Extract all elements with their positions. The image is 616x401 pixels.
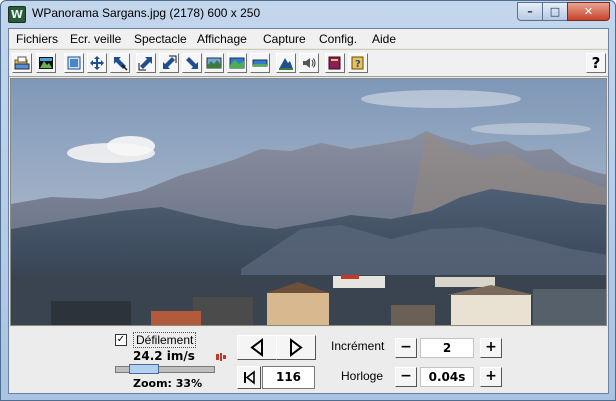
app-window: W WPanorama Sargans.jpg (2178) 600 x 250… xyxy=(0,0,616,401)
increment-plus-button[interactable]: + xyxy=(480,338,502,358)
panorama-view[interactable] xyxy=(10,78,607,326)
menu-affichage[interactable]: Affichage xyxy=(197,32,247,46)
first-frame-button[interactable] xyxy=(237,366,261,389)
panorama-image xyxy=(11,79,606,325)
speed-readout: 24.2 im/s xyxy=(133,349,195,363)
panorama-flat-icon xyxy=(252,59,268,67)
zoom-readout: Zoom: 33% xyxy=(133,377,203,390)
menu-spectacle[interactable]: Spectacle xyxy=(134,32,187,46)
skip-start-icon xyxy=(244,370,255,385)
app-icon[interactable]: W xyxy=(8,6,26,23)
clock-value: 0.04s xyxy=(420,367,474,387)
speed-indicator-icon xyxy=(216,353,226,361)
mountain-button[interactable] xyxy=(276,53,296,73)
control-panel: ✓ Défilement 24.2 im/s Zoom: 33% 116 Inc… xyxy=(9,327,608,393)
menu-capture[interactable]: Capture xyxy=(263,32,306,46)
scroll-checkbox[interactable]: ✓ xyxy=(115,334,127,346)
mountain-icon xyxy=(279,58,293,70)
menu-ecr-veille[interactable]: Ecr. veille xyxy=(70,32,121,46)
expand-se-button[interactable] xyxy=(182,53,202,73)
sound-button[interactable] xyxy=(299,53,319,73)
open-folder-icon xyxy=(14,56,30,70)
clock-plus-button[interactable]: + xyxy=(480,367,502,387)
clock-minus-button[interactable]: − xyxy=(395,367,417,387)
book-button[interactable] xyxy=(325,53,345,73)
menu-aide[interactable]: Aide xyxy=(372,32,396,46)
zoom-out-icon xyxy=(114,57,128,71)
fit-window-icon xyxy=(67,56,81,70)
panorama-color-icon xyxy=(229,57,245,69)
svg-text:?: ? xyxy=(355,59,361,70)
expand-ne-icon xyxy=(138,57,152,71)
window-title: WPanorama Sargans.jpg (2178) 600 x 250 xyxy=(32,6,261,20)
panorama-icon xyxy=(206,57,222,69)
move-icon xyxy=(90,56,104,70)
increment-minus-button[interactable]: − xyxy=(395,338,417,358)
clock-label: Horloge xyxy=(341,369,384,383)
panorama-flat-button[interactable] xyxy=(250,53,270,73)
zoom-slider-thumb[interactable] xyxy=(129,364,160,374)
help-book-icon: ? xyxy=(351,56,364,70)
increment-label: Incrément xyxy=(331,339,385,353)
minimize-button[interactable]: – xyxy=(517,2,543,21)
close-button[interactable]: ✕ xyxy=(567,2,610,21)
scroll-label[interactable]: Défilement xyxy=(133,332,197,348)
fit-window-button[interactable] xyxy=(64,53,84,73)
sound-icon xyxy=(303,58,316,68)
client-area: Fichiers Ecr. veille Spectacle Affichage… xyxy=(8,28,609,394)
picture-icon xyxy=(39,57,53,69)
move-button[interactable] xyxy=(87,53,107,73)
panorama-color-button[interactable] xyxy=(227,53,247,73)
maximize-button[interactable]: □ xyxy=(542,2,568,21)
open-button[interactable] xyxy=(12,53,32,73)
menu-fichiers[interactable]: Fichiers xyxy=(16,32,58,46)
expand-se-icon xyxy=(186,57,198,69)
panorama-button[interactable] xyxy=(204,53,224,73)
menu-bar: Fichiers Ecr. veille Spectacle Affichage… xyxy=(9,29,608,48)
help-button[interactable]: ? xyxy=(586,53,606,73)
title-bar[interactable]: W WPanorama Sargans.jpg (2178) 600 x 250… xyxy=(1,1,615,28)
image-button[interactable] xyxy=(36,53,56,73)
book-icon xyxy=(328,56,341,70)
expand-ne-button[interactable] xyxy=(136,53,156,73)
prev-button[interactable] xyxy=(237,335,277,360)
menu-config[interactable]: Config. xyxy=(319,32,357,46)
toolbar: ? ? xyxy=(9,49,608,77)
shrink-sw-icon xyxy=(163,55,177,69)
help-book-button[interactable]: ? xyxy=(348,53,368,73)
shrink-sw-button[interactable] xyxy=(159,53,179,73)
frame-counter: 116 xyxy=(262,366,315,389)
increment-value: 2 xyxy=(420,338,474,358)
zoom-out-button[interactable] xyxy=(110,53,130,73)
next-button[interactable] xyxy=(276,335,316,360)
triangle-left-icon xyxy=(250,338,263,357)
triangle-right-icon xyxy=(290,338,303,357)
